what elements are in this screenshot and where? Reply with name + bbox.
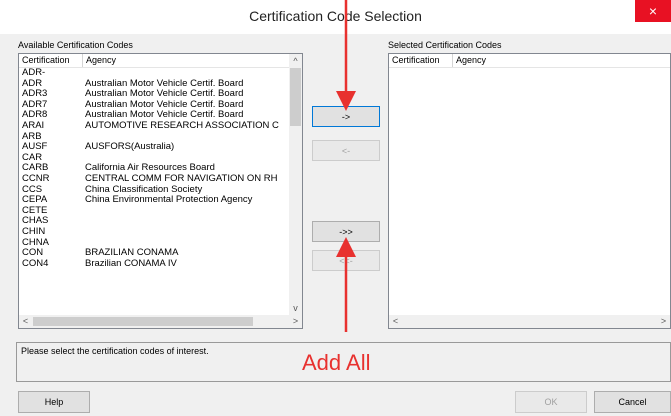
annotation-label: Add All [302, 350, 371, 375]
